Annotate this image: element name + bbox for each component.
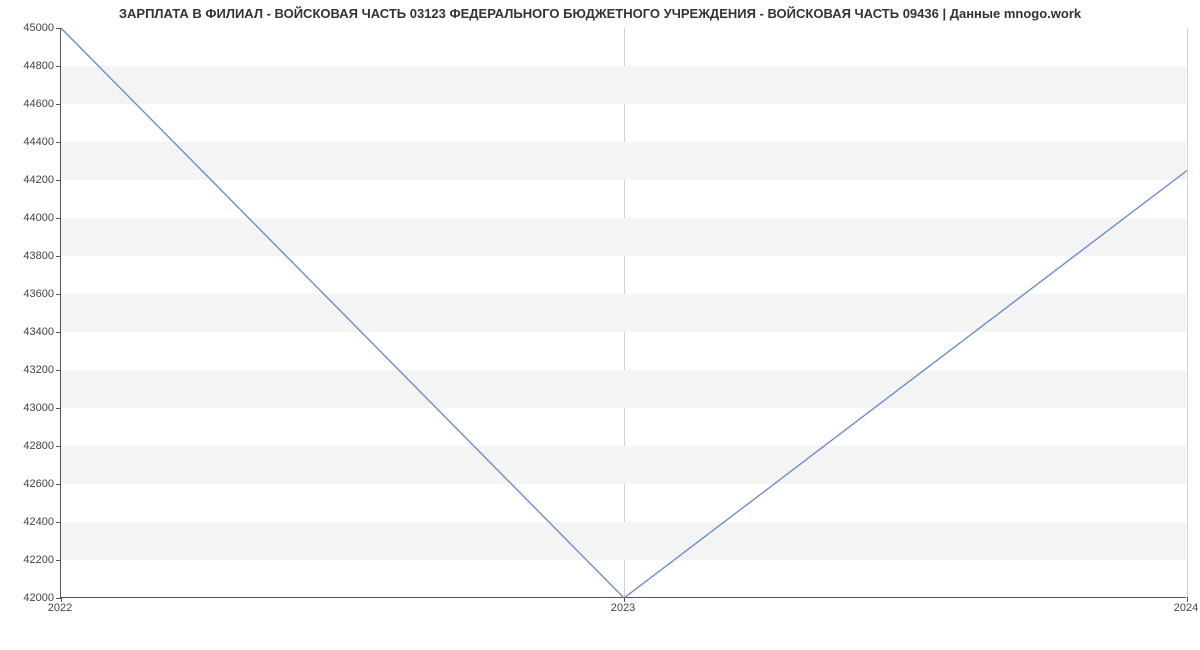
y-tick-mark — [56, 180, 61, 181]
y-tick-label: 44200 — [4, 174, 54, 186]
x-tick-label: 2024 — [1174, 602, 1198, 614]
y-tick-label: 42200 — [4, 554, 54, 566]
y-tick-label: 43600 — [4, 288, 54, 300]
y-tick-label: 43200 — [4, 364, 54, 376]
y-tick-mark — [56, 218, 61, 219]
y-tick-label: 44000 — [4, 212, 54, 224]
chart-title: ЗАРПЛАТА В ФИЛИАЛ - ВОЙСКОВАЯ ЧАСТЬ 0312… — [0, 6, 1200, 21]
y-tick-mark — [56, 294, 61, 295]
y-tick-label: 42400 — [4, 516, 54, 528]
plot-area — [60, 28, 1186, 598]
line-series — [61, 28, 1186, 597]
y-tick-mark — [56, 446, 61, 447]
y-tick-mark — [56, 560, 61, 561]
y-tick-mark — [56, 66, 61, 67]
y-tick-label: 42800 — [4, 440, 54, 452]
y-tick-label: 42000 — [4, 592, 54, 604]
y-tick-mark — [56, 28, 61, 29]
y-tick-label: 45000 — [4, 22, 54, 34]
y-tick-mark — [56, 408, 61, 409]
x-tick-label: 2022 — [48, 602, 72, 614]
y-tick-mark — [56, 256, 61, 257]
y-tick-label: 44800 — [4, 60, 54, 72]
y-tick-mark — [56, 142, 61, 143]
y-tick-label: 44600 — [4, 98, 54, 110]
x-tick-label: 2023 — [611, 602, 635, 614]
y-tick-label: 44400 — [4, 136, 54, 148]
y-tick-label: 43000 — [4, 402, 54, 414]
y-tick-mark — [56, 370, 61, 371]
y-tick-label: 42600 — [4, 478, 54, 490]
y-tick-mark — [56, 104, 61, 105]
y-tick-label: 43400 — [4, 326, 54, 338]
salary-line — [61, 28, 1187, 598]
grid-vertical — [1187, 28, 1188, 597]
y-tick-mark — [56, 332, 61, 333]
y-tick-mark — [56, 484, 61, 485]
y-tick-label: 43800 — [4, 250, 54, 262]
y-tick-mark — [56, 522, 61, 523]
